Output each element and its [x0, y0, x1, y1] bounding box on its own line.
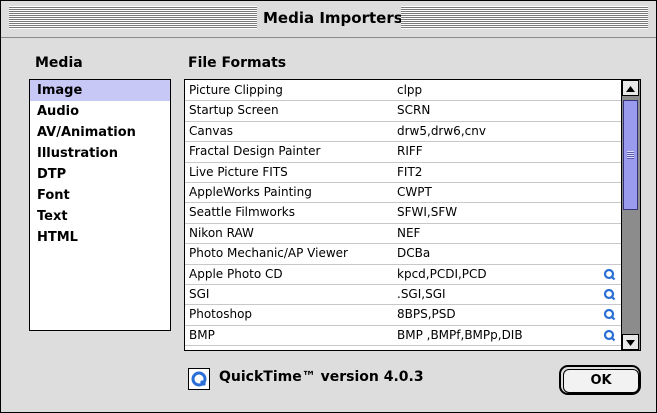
title-bar[interactable]: Media Importers [1, 1, 656, 38]
format-row[interactable]: SGI .SGI,SGI [185, 284, 622, 306]
format-row[interactable]: Seattle Filmworks SFWI,SFW [185, 202, 622, 224]
format-code: SCRN [397, 103, 431, 118]
format-code: CWPT [397, 185, 432, 199]
format-row[interactable]: Canvas drw5,drw6,cnv [185, 121, 622, 143]
format-row[interactable]: Startup Screen SCRN [185, 100, 622, 122]
format-code: FIT2 [397, 164, 423, 179]
media-item-text[interactable]: Text [30, 206, 170, 227]
quicktime-version-text: QuickTime™ version 4.0.3 [219, 369, 424, 385]
media-item-audio[interactable]: Audio [30, 101, 170, 122]
window-title: Media Importers [263, 9, 403, 27]
quicktime-logo [188, 368, 210, 390]
format-code: BMP ,BMPf,BMPp,DIB [397, 327, 523, 342]
format-row[interactable]: Nikon RAW NEF [185, 223, 622, 245]
format-code: DCBa [397, 246, 431, 261]
media-item-illustration[interactable]: Illustration [30, 143, 170, 164]
format-name: Nikon RAW [189, 225, 254, 240]
quicktime-icon [603, 329, 616, 342]
quicktime-icon [603, 309, 616, 321]
format-row[interactable]: AppleWorks Painting CWPT [185, 182, 622, 204]
format-code: RIFF [397, 144, 423, 159]
quicktime-icon [191, 371, 207, 387]
format-name: Picture Clipping [189, 83, 283, 97]
format-row[interactable]: Photoshop 8BPS,PSD [185, 304, 622, 326]
format-name: Startup Screen [189, 103, 279, 118]
media-item-dtp[interactable]: DTP [30, 164, 170, 185]
format-code: drw5,drw6,cnv [397, 123, 486, 138]
format-name: AppleWorks Painting [189, 185, 312, 199]
title-bar-stripes-right [401, 6, 648, 29]
format-name: Photo Mechanic/AP Viewer [189, 246, 348, 261]
vertical-scrollbar[interactable] [621, 80, 640, 350]
format-name: Fractal Design Painter [189, 144, 321, 159]
title-bar-stripes-left [9, 6, 257, 29]
format-row[interactable]: Live Picture FITS FIT2 [185, 162, 622, 183]
quicktime-icon [603, 288, 616, 301]
format-code: NEF [397, 225, 421, 240]
file-formats-header: File Formats [188, 55, 287, 71]
scroll-up-button[interactable] [622, 80, 639, 96]
format-code: .SGI,SGI [397, 287, 446, 301]
file-formats-list[interactable]: Picture Clipping clpp Startup Screen SCRN Ca… [184, 79, 641, 351]
media-item-image[interactable]: Image [30, 80, 170, 101]
format-name: BMP [189, 327, 215, 342]
media-item-html[interactable]: HTML [30, 227, 170, 248]
scroll-thumb-grip [627, 151, 634, 159]
format-row[interactable]: Apple Photo CD kpcd,PCDI,PCD [185, 264, 622, 285]
quicktime-icon [603, 268, 616, 280]
ok-button[interactable]: OK [559, 365, 641, 395]
format-name: SGI [189, 287, 210, 301]
format-name: Canvas [189, 123, 234, 138]
format-code: clpp [397, 83, 423, 97]
down-arrow-icon [626, 340, 635, 346]
format-code: 8BPS,PSD [397, 307, 456, 322]
scroll-down-button[interactable] [622, 334, 639, 350]
format-name: Photoshop [189, 307, 253, 322]
media-item-av-animation[interactable]: AV/Animation [30, 122, 170, 143]
media-header: Media [35, 55, 83, 71]
format-name: Apple Photo CD [189, 266, 283, 281]
media-category-list[interactable]: Image Audio AV/Animation Illustration DTP Fon… [29, 79, 171, 331]
format-code: SFWI,SFW [397, 205, 458, 220]
format-name: Live Picture FITS [189, 164, 288, 179]
format-row[interactable]: Photo Mechanic/AP Viewer DCBa [185, 243, 622, 265]
format-code: kpcd,PCDI,PCD [397, 266, 487, 281]
format-name: Seattle Filmworks [189, 205, 295, 220]
media-importers-window: Media Importers Media File Formats Image… [0, 0, 657, 413]
scroll-thumb[interactable] [623, 100, 638, 210]
format-row[interactable]: BMP BMP ,BMPf,BMPp,DIB [185, 325, 622, 347]
format-row[interactable]: Fractal Design Painter RIFF [185, 141, 622, 163]
up-arrow-icon [626, 86, 635, 92]
format-row[interactable]: Picture Clipping clpp [185, 80, 622, 102]
media-item-font[interactable]: Font [30, 185, 170, 206]
ok-button-label: OK [563, 369, 639, 393]
